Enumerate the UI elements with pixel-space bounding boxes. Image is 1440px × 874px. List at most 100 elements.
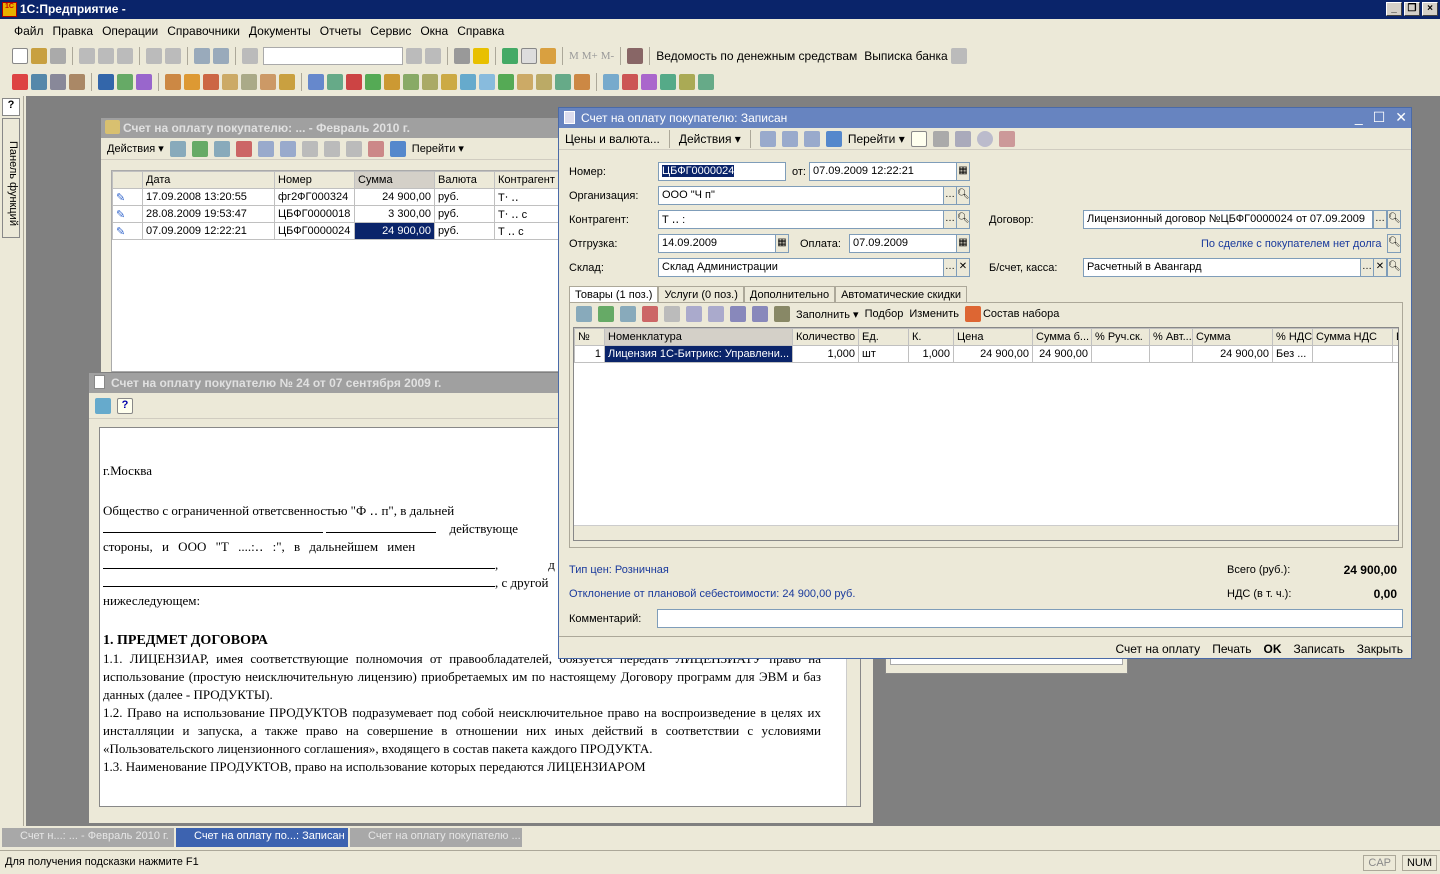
restore-button[interactable]: ❐: [1404, 2, 1420, 16]
undo-icon[interactable]: [194, 47, 210, 64]
document-shortcut-icon[interactable]: [184, 73, 200, 90]
document-shortcut-icon[interactable]: [69, 73, 85, 90]
kit-button[interactable]: Состав набора: [983, 308, 1059, 320]
document-shortcut-icon[interactable]: [517, 73, 533, 90]
windows-icon[interactable]: [454, 47, 470, 64]
print-icon[interactable]: [146, 47, 162, 64]
menu-reports[interactable]: Отчеты: [320, 24, 361, 41]
comment-field[interactable]: [657, 609, 1403, 628]
end-edit-icon[interactable]: [664, 306, 680, 322]
document-shortcut-icon[interactable]: [50, 73, 66, 90]
close-button[interactable]: ✕: [1395, 109, 1407, 126]
shipment-date-field[interactable]: 14.09.2009: [658, 234, 776, 253]
goods-col-header[interactable]: К.: [908, 328, 954, 346]
number-field[interactable]: ЦБФГ0000024: [662, 165, 735, 177]
document-shortcut-icon[interactable]: [536, 73, 552, 90]
document-shortcut-icon[interactable]: [136, 73, 152, 90]
fill-menu[interactable]: Заполнить ▾: [796, 308, 859, 321]
payment-date-field[interactable]: 07.09.2009: [849, 234, 957, 253]
change-button[interactable]: Изменить: [909, 308, 959, 320]
invoice-button[interactable]: Счет на оплату: [1115, 642, 1200, 656]
search-icon[interactable]: 🔍︎: [956, 186, 970, 205]
calendar-icon[interactable]: [521, 47, 537, 64]
task-invoice-form[interactable]: Счет на оплату по...: Записан: [176, 828, 348, 847]
function-panel-tab[interactable]: Панель функций: [2, 118, 20, 238]
delete-icon[interactable]: [642, 306, 658, 322]
add-icon[interactable]: [169, 140, 186, 157]
document-shortcut-icon[interactable]: [498, 73, 514, 90]
structure-icon[interactable]: [932, 130, 949, 147]
clear-icon[interactable]: ✕: [956, 258, 970, 277]
redo-icon[interactable]: [213, 47, 229, 64]
menu-file[interactable]: Файл: [14, 24, 44, 41]
document-shortcut-icon[interactable]: [241, 73, 257, 90]
tree-icon[interactable]: [954, 130, 971, 147]
document-shortcut-icon[interactable]: [222, 73, 238, 90]
help-button[interactable]: ?: [2, 98, 20, 116]
calendar-icon[interactable]: ▦: [775, 234, 789, 253]
memory-plus-button[interactable]: M+: [582, 50, 598, 62]
edit-icon[interactable]: [620, 306, 636, 322]
preview-icon[interactable]: [165, 47, 181, 64]
task-print[interactable]: Счет на оплату покупателю ...: [350, 828, 522, 847]
find-number-icon[interactable]: [279, 140, 296, 157]
menu-documents[interactable]: Документы: [249, 24, 311, 41]
close-button[interactable]: ×: [1422, 2, 1438, 16]
edit-icon[interactable]: [213, 140, 230, 157]
calendar-icon[interactable]: ▦: [956, 162, 970, 181]
interval-icon[interactable]: [257, 140, 274, 157]
help-icon[interactable]: ?: [117, 397, 133, 414]
print-button[interactable]: Печать: [1212, 642, 1251, 656]
menu-catalogs[interactable]: Справочники: [167, 24, 240, 41]
document-shortcut-icon[interactable]: [574, 73, 590, 90]
report-cash-button[interactable]: Ведомость по денежным средствам: [656, 49, 857, 63]
goods-col-header[interactable]: Сумма: [1192, 328, 1273, 346]
based-on-icon[interactable]: [825, 130, 842, 147]
prices-currency-button[interactable]: Цены и валюта...: [565, 132, 660, 146]
sort-asc-icon[interactable]: [730, 306, 746, 322]
document-shortcut-icon[interactable]: [384, 73, 400, 90]
document-shortcut-icon[interactable]: [260, 73, 276, 90]
movements-icon[interactable]: [803, 130, 820, 147]
add-icon[interactable]: [576, 306, 592, 322]
tab-services[interactable]: Услуги (0 поз.): [658, 286, 744, 303]
goods-col-header[interactable]: Количество: [792, 328, 859, 346]
find-icon[interactable]: [242, 47, 258, 64]
debt-link[interactable]: По сделке с покупателем нет долга: [1201, 238, 1382, 250]
goods-col-header[interactable]: % Руч.ск.: [1091, 328, 1150, 346]
contractor-field[interactable]: Т ‥ :: [658, 210, 944, 229]
task-journal[interactable]: Счет н...: ... - Февраль 2010 г.: [2, 828, 174, 847]
open-icon[interactable]: [31, 47, 47, 64]
email-icon[interactable]: [95, 397, 111, 414]
delete-icon[interactable]: [235, 140, 252, 157]
sort-desc-icon[interactable]: [752, 306, 768, 322]
select-button[interactable]: …: [943, 186, 957, 205]
goods-col-header[interactable]: В: [1392, 328, 1398, 346]
select-button[interactable]: …: [943, 258, 957, 277]
move-down-icon[interactable]: [708, 306, 724, 322]
organization-field[interactable]: ООО "Ч п": [658, 186, 944, 205]
help-icon[interactable]: [910, 130, 927, 147]
document-shortcut-icon[interactable]: [441, 73, 457, 90]
repost-icon[interactable]: [781, 130, 798, 147]
document-shortcut-icon[interactable]: [603, 73, 619, 90]
document-shortcut-icon[interactable]: [403, 73, 419, 90]
journal-actions-menu[interactable]: Действия ▾: [107, 142, 164, 155]
document-shortcut-icon[interactable]: [555, 73, 571, 90]
document-shortcut-icon[interactable]: [460, 73, 476, 90]
close-form-button[interactable]: Закрыть: [1357, 642, 1403, 656]
save-icon[interactable]: [50, 47, 66, 64]
menu-windows[interactable]: Окна: [420, 24, 448, 41]
select-button[interactable]: …: [1360, 258, 1374, 277]
settings-icon[interactable]: [950, 47, 967, 64]
search-icon[interactable]: 🔍︎: [1387, 234, 1401, 253]
document-shortcut-icon[interactable]: [308, 73, 324, 90]
document-shortcut-icon[interactable]: [479, 73, 495, 90]
new-icon[interactable]: [12, 47, 28, 64]
document-shortcut-icon[interactable]: [12, 73, 28, 90]
tab-goods[interactable]: Товары (1 поз.): [569, 286, 659, 303]
search-icon[interactable]: 🔍︎: [1387, 258, 1401, 277]
goods-col-header[interactable]: Сумма НДС: [1312, 328, 1393, 346]
post-icon[interactable]: [759, 130, 776, 147]
clock-icon[interactable]: [976, 130, 993, 147]
